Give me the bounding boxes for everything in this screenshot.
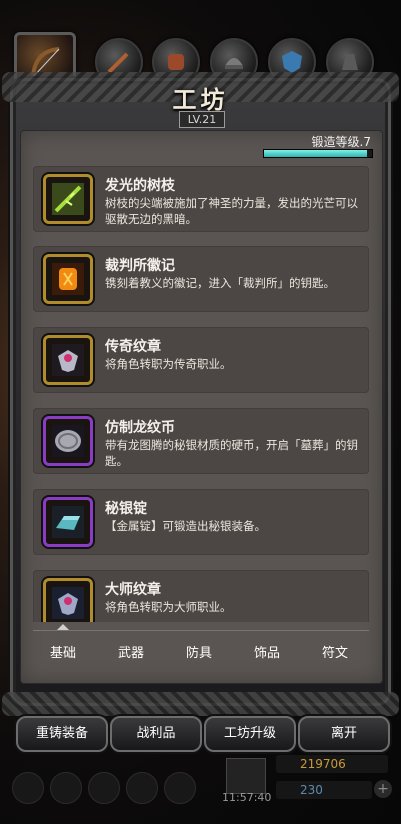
smithing-progress-bar [263,149,373,158]
tab-weapons[interactable]: 武器 [101,642,161,661]
hud-slot-icon [164,772,196,804]
clock-text: 11:57:40 [222,791,272,804]
hud-slot-icon [50,772,82,804]
item-description: 将角色转职为大师职业。 [105,600,232,614]
item-name: 发光的树枝 [105,178,175,194]
active-tab-indicator [57,624,69,630]
item-icon-frame [43,416,93,466]
add-gems-icon: + [374,780,392,798]
inventory-bag-icon [226,758,266,794]
item-description: 将角色转职为传奇职业。 [105,357,232,371]
leave-button[interactable]: 离开 [298,716,390,752]
item-description: 带有龙图腾的秘银材质的硬币，开启「墓葬」的钥匙。 [105,438,358,468]
tab-runes[interactable]: 符文 [305,642,365,661]
item-name: 传奇纹章 [105,339,161,355]
item-name: 仿制龙纹币 [105,420,175,436]
gold-value: 219706 [300,757,346,771]
item-name: 裁判所徽记 [105,258,175,274]
master-crest-icon [52,587,84,619]
window-title: 工坊 [172,85,229,114]
list-item[interactable]: 传奇纹章 将角色转职为传奇职业。 [33,327,369,393]
item-icon-frame [43,335,93,385]
hud-slot-icon [126,772,158,804]
item-name: 秘银锭 [105,501,147,517]
list-item[interactable]: 裁判所徽记 镌刻着教义的徽记，进入「裁判所」的钥匙。 [33,246,369,312]
item-icon-frame [43,497,93,547]
recast-equipment-button[interactable]: 重铸装备 [16,716,108,752]
tab-bar: 基础 武器 防具 饰品 符文 [33,624,369,670]
list-item[interactable]: 秘银锭 【金属锭】可锻造出秘银装备。 [33,489,369,555]
list-item[interactable]: 大师纹章 将角色转职为大师职业。 [33,570,369,622]
hud-slot-icon [88,772,120,804]
item-name: 大师纹章 [105,582,161,598]
dragon-coin-icon [52,425,84,457]
item-description: 树枝的尖端被施加了神圣的力量，发出的光芒可以驱散无边的黑暗。 [105,196,358,226]
item-list[interactable]: 发光的树枝 树枝的尖端被施加了神圣的力量，发出的光芒可以驱散无边的黑暗。 裁判所… [33,166,369,622]
list-item[interactable]: 仿制龙纹币 带有龙图腾的秘银材质的硬币，开启「墓葬」的钥匙。 [33,408,369,474]
tab-basic[interactable]: 基础 [33,642,93,661]
gem-value: 230 [300,783,323,797]
tab-accessories[interactable]: 饰品 [237,642,297,661]
tab-divider [33,630,369,631]
smithing-level-label: 锻造等级.7 [311,135,371,149]
item-description: 【金属锭】可锻造出秘银装备。 [105,519,266,533]
gem-counter [276,781,372,799]
list-item[interactable]: 发光的树枝 树枝的尖端被施加了神圣的力量，发出的光芒可以驱散无边的黑暗。 [33,166,369,232]
mithril-ingot-icon [52,506,84,538]
tribunal-emblem-icon [52,263,84,295]
item-description: 镌刻着教义的徽记，进入「裁判所」的钥匙。 [105,276,335,290]
smithing-progress-fill [264,150,367,157]
tab-armor[interactable]: 防具 [169,642,229,661]
workshop-upgrade-button[interactable]: 工坊升级 [204,716,296,752]
workshop-level: LV.21 [179,111,225,128]
item-icon-frame [43,174,93,224]
legend-crest-icon [52,344,84,376]
glowing-branch-icon [52,183,84,215]
loot-button[interactable]: 战利品 [110,716,202,752]
hud-slot-icon [12,772,44,804]
item-icon-frame [43,254,93,304]
item-icon-frame [43,578,93,622]
